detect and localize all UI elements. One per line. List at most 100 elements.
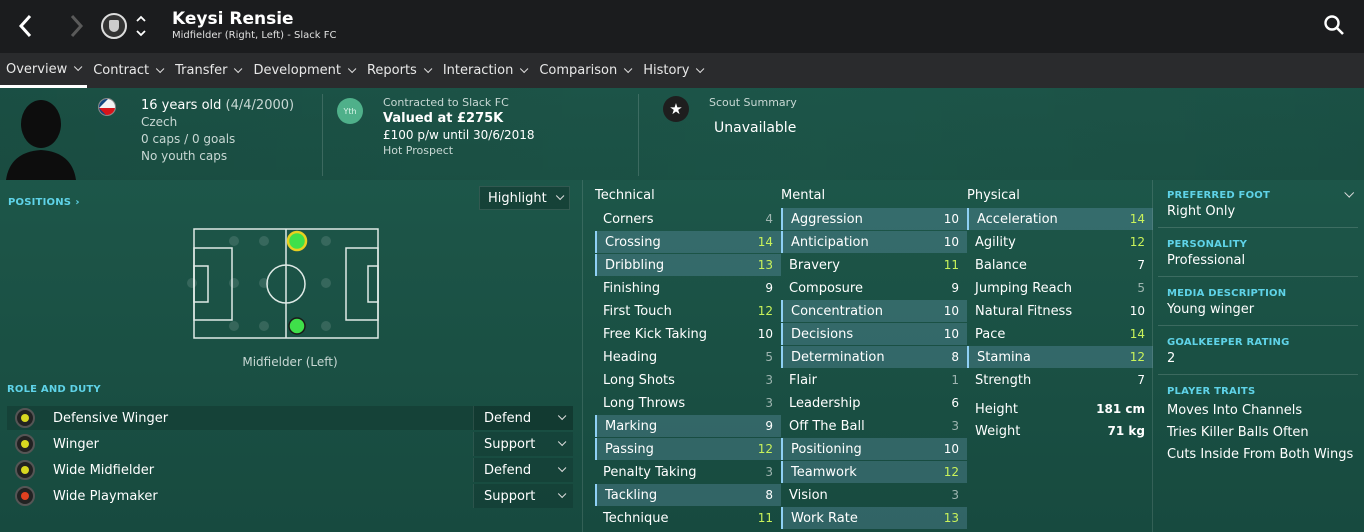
tab-overview[interactable]: Overview bbox=[0, 53, 88, 88]
attribute-row: Positioning 10 bbox=[781, 438, 967, 460]
tab-development[interactable]: Development bbox=[247, 53, 361, 88]
attribute-name: Composure bbox=[789, 280, 863, 296]
side-info: PREFERRED FOOT Right Only PERSONALITY Pr… bbox=[1158, 187, 1358, 462]
tab-label: Interaction bbox=[442, 63, 514, 78]
duty-label: Support bbox=[484, 436, 536, 452]
attribute-name: Technique bbox=[603, 510, 669, 526]
tab-contract[interactable]: Contract bbox=[87, 53, 169, 88]
crest-toggle[interactable] bbox=[134, 13, 148, 39]
scout-label: Scout Summary bbox=[709, 96, 797, 109]
tab-comparison[interactable]: Comparison bbox=[533, 53, 637, 88]
search-icon bbox=[1324, 15, 1344, 35]
wage: £100 p/w until 30/6/2018 bbox=[383, 128, 535, 142]
attribute-row: Vision 3 bbox=[781, 484, 967, 506]
tab-bar: Overview Contract Transfer Development R… bbox=[0, 53, 1364, 88]
attribute-row: Penalty Taking 3 bbox=[595, 461, 781, 483]
tab-transfer[interactable]: Transfer bbox=[169, 53, 247, 88]
positions-link[interactable]: POSITIONS › bbox=[8, 194, 80, 209]
highlight-dropdown[interactable]: Highlight bbox=[479, 186, 570, 210]
attribute-value: 11 bbox=[757, 511, 773, 525]
attribute-value: 3 bbox=[765, 373, 773, 387]
club-crest-icon[interactable] bbox=[101, 13, 127, 39]
chevron-down-icon bbox=[557, 437, 567, 447]
role-icon bbox=[15, 408, 35, 428]
height-row: Height 181 cm bbox=[967, 398, 1153, 420]
tab-label: Reports bbox=[366, 63, 417, 78]
age-line: 16 years old (4/4/2000) bbox=[141, 98, 294, 113]
top-bar: Keysi Rensie Midfielder (Right, Left) - … bbox=[0, 0, 1364, 53]
forward-button[interactable] bbox=[62, 12, 90, 40]
divider bbox=[638, 94, 639, 176]
tab-reports[interactable]: Reports bbox=[361, 53, 437, 88]
attribute-name: Anticipation bbox=[791, 234, 869, 250]
penalty-box-left bbox=[193, 247, 233, 321]
duty-dropdown[interactable]: Support bbox=[473, 432, 573, 456]
back-button[interactable] bbox=[12, 12, 40, 40]
chevron-down-icon bbox=[557, 463, 567, 473]
tab-interaction[interactable]: Interaction bbox=[437, 53, 534, 88]
attribute-row: Aggression 10 bbox=[781, 208, 967, 230]
physical-column: Acceleration 14 Agility 12 Balance 7 Jumping R… bbox=[967, 208, 1153, 532]
attribute-row: Stamina 12 bbox=[967, 346, 1153, 368]
attribute-value: 9 bbox=[765, 419, 773, 433]
attribute-name: Decisions bbox=[791, 326, 854, 342]
chevron-down-icon[interactable] bbox=[1344, 187, 1355, 198]
duty-dropdown[interactable]: Defend bbox=[473, 458, 573, 482]
role-name: Winger bbox=[53, 436, 100, 452]
attribute-row: Heading 5 bbox=[595, 346, 781, 368]
role-icon bbox=[15, 434, 35, 454]
dob-text: (4/4/2000) bbox=[225, 98, 295, 113]
attribute-name: Long Shots bbox=[603, 372, 675, 388]
attribute-name: Positioning bbox=[791, 441, 862, 457]
media-description-label: MEDIA DESCRIPTION bbox=[1167, 288, 1287, 299]
tab-label: History bbox=[643, 63, 690, 78]
player-traits-label: PLAYER TRAITS bbox=[1167, 386, 1256, 397]
penalty-box-right bbox=[345, 247, 379, 321]
chevron-down-icon bbox=[557, 489, 567, 499]
tab-label: Development bbox=[253, 63, 341, 78]
attribute-row: Bravery 11 bbox=[781, 254, 967, 276]
player-value: Valued at £275K bbox=[383, 111, 504, 126]
attribute-name: Natural Fitness bbox=[975, 303, 1073, 319]
attribute-value: 3 bbox=[951, 419, 959, 433]
goal-box-right bbox=[367, 265, 379, 303]
age-text: 16 years old bbox=[141, 98, 222, 113]
attribute-value: 10 bbox=[943, 212, 959, 226]
duty-dropdown[interactable]: Defend bbox=[473, 406, 573, 430]
attribute-name: Stamina bbox=[977, 349, 1031, 365]
attribute-name: Finishing bbox=[603, 280, 661, 296]
attribute-value: 14 bbox=[1129, 212, 1145, 226]
attribute-value: 12 bbox=[1129, 235, 1145, 249]
preferred-foot-value: Right Only bbox=[1167, 204, 1236, 219]
role-name: Defensive Winger bbox=[53, 410, 169, 426]
attribute-row: Work Rate 13 bbox=[781, 507, 967, 529]
attribute-row: Anticipation 10 bbox=[781, 231, 967, 253]
nationality: Czech bbox=[141, 115, 178, 129]
attribute-name: Tackling bbox=[605, 487, 658, 503]
attribute-value: 9 bbox=[951, 281, 959, 295]
attribute-value: 10 bbox=[943, 304, 959, 318]
personality-value: Professional bbox=[1167, 253, 1246, 268]
attribute-value: 5 bbox=[1137, 281, 1145, 295]
highlight-label: Highlight bbox=[488, 190, 547, 206]
caps: 0 caps / 0 goals bbox=[141, 132, 236, 146]
player-silhouette bbox=[6, 100, 76, 180]
attribute-name: Teamwork bbox=[791, 464, 857, 480]
chevron-up-down-icon bbox=[136, 15, 146, 37]
attribute-name: Corners bbox=[603, 211, 654, 227]
attribute-name: Crossing bbox=[605, 234, 661, 250]
attribute-name: Concentration bbox=[791, 303, 883, 319]
contract-label: Contracted to Slack FC bbox=[383, 96, 509, 109]
attribute-row: Acceleration 14 bbox=[967, 208, 1153, 230]
attribute-name: Dribbling bbox=[605, 257, 665, 273]
duty-dropdown[interactable]: Support bbox=[473, 484, 573, 508]
search-button[interactable] bbox=[1323, 14, 1347, 38]
attribute-row: Concentration 10 bbox=[781, 300, 967, 322]
attribute-value: 7 bbox=[1137, 373, 1145, 387]
attribute-value: 7 bbox=[1137, 258, 1145, 272]
attribute-row: First Touch 12 bbox=[595, 300, 781, 322]
attribute-name: Jumping Reach bbox=[975, 280, 1073, 296]
tab-history[interactable]: History bbox=[637, 53, 709, 88]
chevron-down-icon bbox=[347, 64, 357, 73]
trait-item: Moves Into Channels bbox=[1167, 403, 1303, 418]
